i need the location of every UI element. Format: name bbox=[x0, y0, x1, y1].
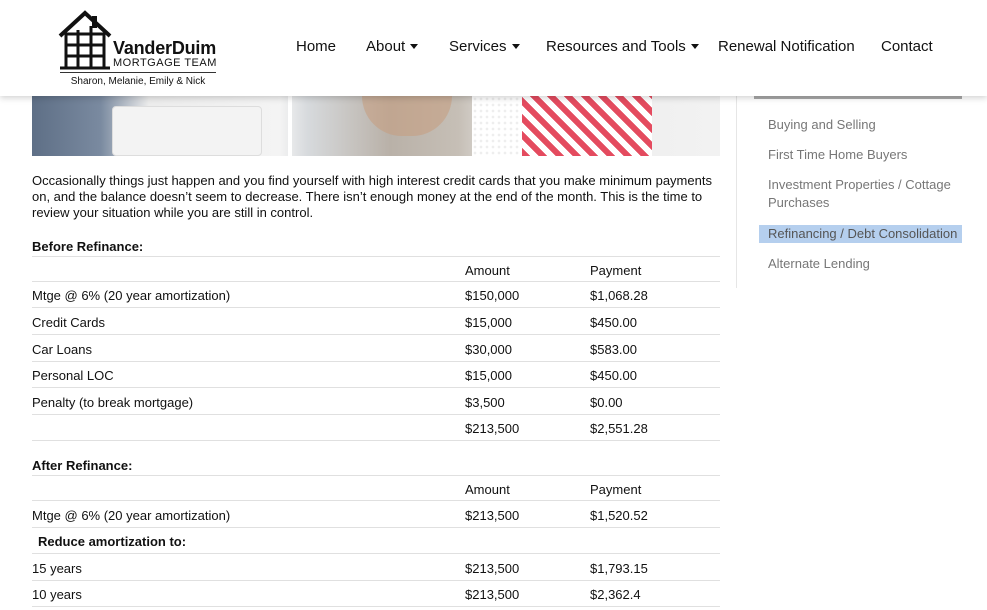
row-amount: $213,500 bbox=[465, 421, 520, 436]
row-amount: $213,500 bbox=[465, 508, 520, 523]
brand-subtitle: MORTGAGE TEAM bbox=[113, 57, 217, 69]
table-row: Credit Cards $15,000 $450.00 bbox=[32, 309, 720, 335]
row-amount: $3,500 bbox=[465, 395, 505, 410]
nav-about-label: About bbox=[366, 38, 406, 55]
brand-logo[interactable]: VanderDuim MORTGAGE TEAM Sharon, Melanie… bbox=[58, 10, 218, 90]
nav-renewal-label: Renewal Notification bbox=[718, 38, 855, 55]
nav-resources[interactable]: Resources and Tools bbox=[546, 38, 699, 55]
amount-header: Amount bbox=[465, 263, 510, 278]
brand-team: Sharon, Melanie, Emily & Nick bbox=[70, 76, 206, 87]
table-row: Mtge @ 6% (20 year amortization) $213,50… bbox=[32, 502, 720, 528]
row-amount: $150,000 bbox=[465, 288, 520, 303]
row-payment: $1,520.52 bbox=[590, 508, 648, 523]
logo-divider bbox=[60, 72, 216, 73]
after-refinance-title: After Refinance: bbox=[32, 458, 133, 473]
row-label: Personal LOC bbox=[32, 368, 114, 383]
nav-services[interactable]: Services bbox=[449, 38, 520, 55]
row-label: 15 years bbox=[32, 561, 82, 576]
row-amount: $15,000 bbox=[465, 315, 512, 330]
hero-image bbox=[32, 96, 720, 156]
nav-services-label: Services bbox=[449, 38, 507, 55]
sidebar-item-refinancing[interactable]: Refinancing / Debt Consolidation bbox=[759, 225, 962, 243]
house-logo-icon bbox=[58, 10, 112, 70]
table-row: Penalty (to break mortgage) $3,500 $0.00 bbox=[32, 389, 720, 415]
sidebar-top-bar bbox=[754, 96, 962, 99]
hero-divider bbox=[288, 96, 292, 156]
row-label: Car Loans bbox=[32, 342, 92, 357]
person-graphic bbox=[362, 96, 452, 136]
table-row: 15 years $213,500 $1,793.15 bbox=[32, 555, 720, 581]
row-label: 10 years bbox=[32, 587, 82, 602]
brand-name: VanderDuim bbox=[113, 38, 217, 58]
nav-renewal[interactable]: Renewal Notification bbox=[718, 38, 855, 55]
row-payment: $2,551.28 bbox=[590, 421, 648, 436]
row-label: Credit Cards bbox=[32, 315, 105, 330]
table-row: Mtge @ 6% (20 year amortization) $150,00… bbox=[32, 282, 720, 308]
nav-contact[interactable]: Contact bbox=[881, 38, 933, 55]
table-row: Personal LOC $15,000 $450.00 bbox=[32, 362, 720, 388]
chevron-down-icon bbox=[410, 44, 419, 49]
sidebar-item-first-time-buyers[interactable]: First Time Home Buyers bbox=[768, 146, 963, 164]
row-payment: $450.00 bbox=[590, 315, 637, 330]
services-sidebar: Buying and Selling First Time Home Buyer… bbox=[736, 96, 976, 288]
payment-header: Payment bbox=[590, 482, 642, 497]
lace-graphic bbox=[472, 96, 527, 156]
table-row: Car Loans $30,000 $583.00 bbox=[32, 336, 720, 362]
nav-resources-label: Resources and Tools bbox=[546, 38, 686, 55]
row-payment: $1,793.15 bbox=[590, 561, 648, 576]
laptop-graphic bbox=[112, 106, 262, 156]
nav-home-label: Home bbox=[296, 38, 337, 55]
before-header-row: Amount Payment bbox=[32, 256, 720, 282]
total-row: $213,500 $2,551.28 bbox=[32, 415, 720, 441]
chevron-down-icon bbox=[511, 44, 520, 49]
sidebar-item-investment-properties[interactable]: Investment Properties / Cottage Purchase… bbox=[768, 176, 963, 212]
site-header: VanderDuim MORTGAGE TEAM Sharon, Melanie… bbox=[0, 0, 987, 96]
row-amount: $15,000 bbox=[465, 368, 512, 383]
amount-header: Amount bbox=[465, 482, 510, 497]
row-payment: $450.00 bbox=[590, 368, 637, 383]
sidebar-item-alternate-lending[interactable]: Alternate Lending bbox=[768, 255, 963, 273]
chevron-down-icon bbox=[690, 44, 699, 49]
nav-home[interactable]: Home bbox=[296, 38, 336, 55]
checkered-dress-graphic bbox=[522, 96, 652, 156]
row-amount: $213,500 bbox=[465, 587, 520, 602]
reduce-amortization-row: Reduce amortization to: bbox=[32, 528, 720, 554]
row-amount: $213,500 bbox=[465, 561, 520, 576]
sidebar-item-buying-selling[interactable]: Buying and Selling bbox=[768, 116, 963, 134]
row-label: Mtge @ 6% (20 year amortization) bbox=[32, 508, 231, 523]
after-header-row: Amount Payment bbox=[32, 475, 720, 501]
row-payment: $0.00 bbox=[590, 395, 623, 410]
before-refinance-title: Before Refinance: bbox=[32, 239, 144, 254]
table-row: 10 years $213,500 $2,362.4 bbox=[32, 581, 720, 607]
row-label: Mtge @ 6% (20 year amortization) bbox=[32, 288, 231, 303]
row-payment: $583.00 bbox=[590, 342, 637, 357]
intro-paragraph: Occasionally things just happen and you … bbox=[32, 173, 712, 220]
payment-header: Payment bbox=[590, 263, 642, 278]
nav-contact-label: Contact bbox=[881, 38, 933, 55]
reduce-amortization-label: Reduce amortization to: bbox=[38, 534, 187, 549]
row-payment: $2,362.4 bbox=[590, 587, 641, 602]
row-label: Penalty (to break mortgage) bbox=[32, 395, 194, 410]
row-payment: $1,068.28 bbox=[590, 288, 648, 303]
row-amount: $30,000 bbox=[465, 342, 512, 357]
nav-about[interactable]: About bbox=[366, 38, 419, 55]
